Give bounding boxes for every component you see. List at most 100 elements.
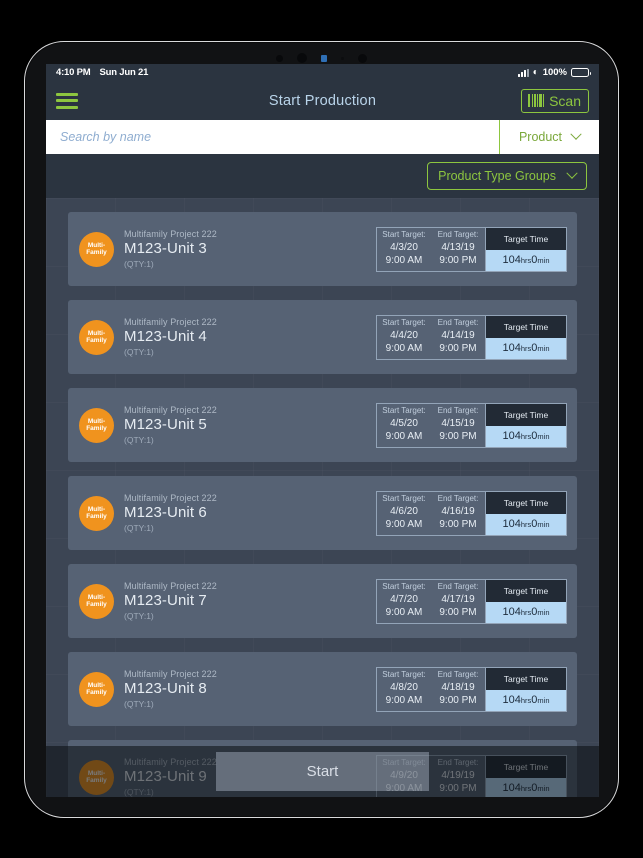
product-type-avatar: Multi- Family bbox=[79, 231, 114, 267]
production-card-info: Multifamily Project 222 M123-Unit 5 (QTY… bbox=[124, 405, 376, 445]
battery-icon bbox=[571, 68, 591, 77]
target-time-value: 104 hrs 0 min bbox=[486, 249, 566, 271]
end-target-time: 9:00 PM bbox=[439, 519, 477, 531]
start-button[interactable]: Start bbox=[216, 752, 429, 791]
status-indicators: ◐ 100% bbox=[517, 67, 591, 78]
target-time-label: Target Time bbox=[486, 667, 566, 690]
sensor-dot bbox=[358, 53, 367, 63]
avatar-label-line1: Multi- bbox=[87, 681, 106, 689]
production-card-3[interactable]: Multi- Family Multifamily Project 222 M1… bbox=[68, 388, 577, 462]
target-panel: Start Target: 4/3/20 9:00 AM End Target:… bbox=[376, 226, 567, 272]
start-target-date: 4/8/20 bbox=[390, 681, 418, 693]
production-card-info: Multifamily Project 222 M123-Unit 4 (QTY… bbox=[124, 317, 376, 357]
production-card-info: Multifamily Project 222 M123-Unit 6 (QTY… bbox=[124, 493, 376, 533]
start-target-date: 4/3/20 bbox=[390, 241, 418, 253]
page-title: Start Production bbox=[268, 92, 377, 109]
unit-name: M123-Unit 7 bbox=[124, 592, 207, 609]
production-card-1[interactable]: Multi- Family Multifamily Project 222 M1… bbox=[68, 212, 577, 286]
project-name: Multifamily Project 222 bbox=[124, 669, 217, 679]
app-screen: 4:10 PM Sun Jun 21 ◐ 100% Start Producti… bbox=[46, 64, 599, 797]
start-target-label: Start Target: bbox=[382, 230, 426, 240]
barcode-icon bbox=[527, 94, 545, 107]
tablet-device-frame: 4:10 PM Sun Jun 21 ◐ 100% Start Producti… bbox=[24, 41, 619, 818]
avatar-label-line1: Multi- bbox=[87, 417, 106, 425]
end-target-column: End Target: 4/16/19 9:00 PM bbox=[431, 492, 485, 535]
end-target-column: End Target: 4/15/19 9:00 PM bbox=[431, 404, 485, 447]
end-target-date: 4/19/19 bbox=[441, 769, 475, 781]
end-target-date: 4/13/19 bbox=[441, 241, 475, 253]
start-target-time: 9:00 AM bbox=[385, 607, 423, 619]
production-list[interactable]: Multi- Family Multifamily Project 222 M1… bbox=[46, 198, 599, 797]
cellular-signal-icon bbox=[517, 68, 529, 77]
target-time-column: Target Time 104 hrs 0 min bbox=[485, 755, 566, 797]
target-time-label: Target Time bbox=[486, 315, 566, 338]
target-time-value: 104 hrs 0 min bbox=[486, 425, 566, 447]
search-input[interactable] bbox=[46, 120, 499, 154]
product-filter-dropdown[interactable]: Product bbox=[499, 120, 599, 154]
end-target-column: End Target: 4/18/19 9:00 PM bbox=[431, 668, 485, 711]
start-target-time: 9:00 AM bbox=[385, 519, 423, 531]
product-type-groups-dropdown[interactable]: Product Type Groups bbox=[427, 162, 587, 190]
avatar-label-line1: Multi- bbox=[87, 505, 106, 513]
filter-bar: Product Type Groups bbox=[46, 154, 599, 198]
status-time: 4:10 PM bbox=[56, 67, 91, 78]
production-card-info: Multifamily Project 222 M123-Unit 3 (QTY… bbox=[124, 229, 376, 269]
scan-button[interactable]: Scan bbox=[520, 88, 589, 113]
target-time-value: 104 hrs 0 min bbox=[486, 513, 566, 535]
production-card-4[interactable]: Multi- Family Multifamily Project 222 M1… bbox=[68, 476, 577, 550]
end-target-label: End Target: bbox=[437, 230, 479, 240]
unit-name: M123-Unit 4 bbox=[124, 328, 207, 345]
end-target-label: End Target: bbox=[437, 670, 479, 680]
end-target-date: 4/15/19 bbox=[441, 417, 475, 429]
end-target-label: End Target: bbox=[437, 494, 479, 504]
end-target-time: 9:00 PM bbox=[439, 695, 477, 707]
start-target-label: Start Target: bbox=[382, 494, 426, 504]
quantity-label: (QTY:1) bbox=[124, 611, 154, 621]
start-target-column: Start Target: 4/4/20 9:00 AM bbox=[377, 316, 431, 359]
target-panel: Start Target: 4/6/20 9:00 AM End Target:… bbox=[376, 490, 567, 536]
target-time-value: 104 hrs 0 min bbox=[486, 777, 566, 797]
start-target-date: 4/4/20 bbox=[390, 329, 418, 341]
target-time-column: Target Time 104 hrs 0 min bbox=[485, 315, 566, 359]
target-time-column: Target Time 104 hrs 0 min bbox=[485, 491, 566, 535]
target-time-value: 104 hrs 0 min bbox=[486, 601, 566, 623]
quantity-label: (QTY:1) bbox=[124, 523, 154, 533]
end-target-column: End Target: 4/14/19 9:00 PM bbox=[431, 316, 485, 359]
product-type-groups-label: Product Type Groups bbox=[438, 169, 556, 183]
quantity-label: (QTY:1) bbox=[124, 347, 154, 357]
start-target-time: 9:00 AM bbox=[385, 343, 423, 355]
start-target-date: 4/5/20 bbox=[390, 417, 418, 429]
target-time-label: Target Time bbox=[486, 491, 566, 514]
app-navigation-bar: Start Production Scan bbox=[46, 81, 599, 120]
target-panel: Start Target: 4/8/20 9:00 AM End Target:… bbox=[376, 666, 567, 712]
end-target-column: End Target: 4/17/19 9:00 PM bbox=[431, 580, 485, 623]
status-date: Sun Jun 21 bbox=[99, 67, 149, 78]
unit-name: M123-Unit 6 bbox=[124, 504, 207, 521]
target-time-column: Target Time 104 hrs 0 min bbox=[485, 579, 566, 623]
production-card-5[interactable]: Multi- Family Multifamily Project 222 M1… bbox=[68, 564, 577, 638]
start-target-time: 9:00 AM bbox=[385, 431, 423, 443]
unit-name: M123-Unit 5 bbox=[124, 416, 207, 433]
front-camera-icon bbox=[297, 53, 307, 63]
start-target-column: Start Target: 4/3/20 9:00 AM bbox=[377, 228, 431, 271]
avatar-label-line1: Multi- bbox=[87, 593, 106, 601]
target-time-label: Target Time bbox=[486, 755, 566, 778]
avatar-label-line2: Family bbox=[86, 513, 107, 520]
production-card-info: Multifamily Project 222 M123-Unit 7 (QTY… bbox=[124, 581, 376, 621]
product-filter-label: Product bbox=[518, 130, 563, 144]
quantity-label: (QTY:1) bbox=[124, 699, 154, 709]
avatar-label-line1: Multi- bbox=[87, 769, 106, 777]
target-time-label: Target Time bbox=[486, 579, 566, 602]
search-bar: Product bbox=[46, 120, 599, 154]
hamburger-menu-icon[interactable] bbox=[56, 92, 78, 109]
start-target-column: Start Target: 4/7/20 9:00 AM bbox=[377, 580, 431, 623]
production-card-2[interactable]: Multi- Family Multifamily Project 222 M1… bbox=[68, 300, 577, 374]
sensor-dot bbox=[341, 56, 344, 60]
sensor-indicator-icon bbox=[321, 54, 327, 62]
end-target-column: End Target: 4/19/19 9:00 PM bbox=[431, 756, 485, 798]
start-target-time: 9:00 AM bbox=[385, 695, 423, 707]
end-target-date: 4/14/19 bbox=[441, 329, 475, 341]
start-target-column: Start Target: 4/5/20 9:00 AM bbox=[377, 404, 431, 447]
production-card-6[interactable]: Multi- Family Multifamily Project 222 M1… bbox=[68, 652, 577, 726]
chevron-down-icon bbox=[566, 167, 578, 179]
